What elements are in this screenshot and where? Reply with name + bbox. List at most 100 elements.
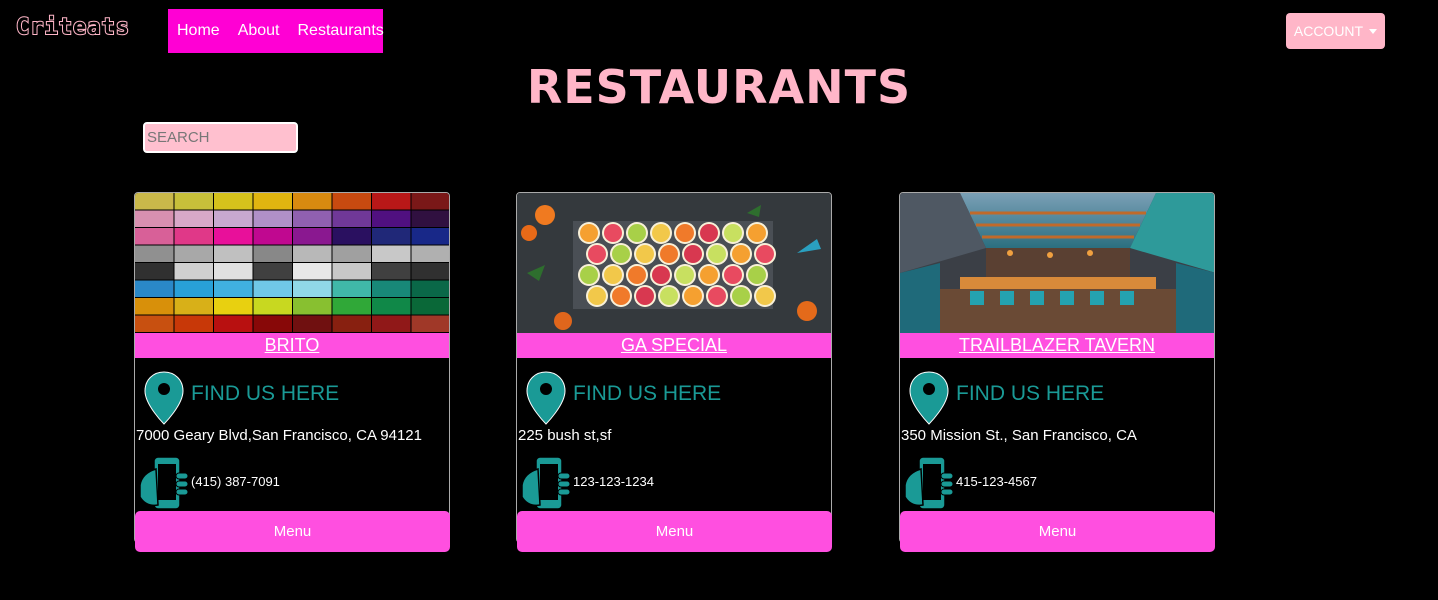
restaurant-card: TRAILBLAZER TAVERN FIND US HERE 350 Miss…: [899, 192, 1215, 552]
account-dropdown-button[interactable]: ACCOUNT: [1286, 13, 1385, 49]
swatch-tile: [214, 210, 253, 227]
citrus-flesh: [652, 224, 670, 242]
citrus-flesh: [684, 287, 702, 305]
page-title: RESTAURANTS: [526, 60, 912, 114]
swatch-tile: [214, 193, 253, 210]
nav-about-link[interactable]: About: [238, 22, 280, 40]
phone-hand-icon: [521, 456, 571, 510]
citrus-flesh: [660, 287, 678, 305]
swatch-tile: [411, 298, 449, 315]
menu-button[interactable]: Menu: [900, 511, 1215, 552]
swatch-tile: [135, 228, 174, 245]
swatch-tile: [293, 315, 332, 332]
citrus-flesh: [588, 287, 606, 305]
swatch-tile: [293, 280, 332, 297]
restaurant-card: BRITO FIND US HERE 7000 Geary Blvd,San F…: [134, 192, 450, 552]
citrus-flesh: [604, 266, 622, 284]
citrus-flesh: [748, 224, 766, 242]
restaurant-image: [135, 193, 449, 333]
swatch-tile: [372, 228, 411, 245]
swatch-tile: [135, 263, 174, 280]
location-row: FIND US HERE: [900, 358, 1214, 428]
location-row: FIND US HERE: [517, 358, 831, 428]
swatch-tile: [293, 245, 332, 262]
swatch-tile: [253, 315, 292, 332]
site-logo[interactable]: Criteats: [15, 14, 130, 41]
nav-home-link[interactable]: Home: [177, 22, 220, 40]
map-pin-icon: [144, 371, 184, 425]
citrus-flesh: [724, 266, 742, 284]
restaurant-card: GA SPECIAL FIND US HERE 225 bush st,sf 1…: [516, 192, 832, 552]
restaurant-phone: (415) 387-7091: [191, 474, 280, 489]
swatch-tile: [293, 298, 332, 315]
phone-hand-icon: [904, 456, 954, 510]
swatch-tile: [253, 298, 292, 315]
citrus-flesh: [700, 266, 718, 284]
swatch-tile: [372, 193, 411, 210]
swatch-tile: [372, 245, 411, 262]
citrus-image: [517, 193, 831, 333]
swatch-tile: [174, 210, 213, 227]
find-us-label: FIND US HERE: [956, 382, 1105, 405]
citrus-flesh: [652, 266, 670, 284]
swatch-tile: [411, 228, 449, 245]
citrus-flesh: [612, 245, 630, 263]
citrus-flesh: [628, 266, 646, 284]
menu-button[interactable]: Menu: [517, 511, 832, 552]
nav-restaurants-link[interactable]: Restaurants: [298, 22, 384, 40]
swatch-tile: [332, 228, 371, 245]
citrus-flesh: [660, 245, 678, 263]
swatch-tile: [332, 210, 371, 227]
map-pin-icon: [909, 371, 949, 425]
citrus-flesh: [676, 266, 694, 284]
restaurant-name-link[interactable]: BRITO: [135, 333, 449, 358]
restaurant-address: 225 bush st,sf: [518, 427, 612, 444]
swatch-tile: [174, 245, 213, 262]
swatch-tile: [372, 210, 411, 227]
swatch-tile: [214, 298, 253, 315]
swatch-tile: [135, 210, 174, 227]
swatch-tile: [411, 263, 449, 280]
swatch-tile: [135, 193, 174, 210]
swatch-tile: [174, 298, 213, 315]
menu-button[interactable]: Menu: [135, 511, 450, 552]
citrus-flesh: [612, 287, 630, 305]
find-us-label: FIND US HERE: [191, 382, 340, 405]
citrus-flesh: [732, 245, 750, 263]
citrus-flesh: [580, 266, 598, 284]
citrus-flesh: [732, 287, 750, 305]
swatch-tile: [411, 245, 449, 262]
swatch-tile: [332, 315, 371, 332]
swatch-tile: [293, 193, 332, 210]
swatch-tile: [332, 245, 371, 262]
restaurant-name-link[interactable]: GA SPECIAL: [517, 333, 831, 358]
swatch-tile: [293, 263, 332, 280]
swatch-tile: [253, 280, 292, 297]
swatch-tile: [332, 280, 371, 297]
citrus-flesh: [628, 224, 646, 242]
swatch-tile: [253, 228, 292, 245]
swatch-tile: [372, 280, 411, 297]
swatch-tile: [214, 263, 253, 280]
swatch-tile: [214, 315, 253, 332]
restaurant-image: [517, 193, 831, 333]
search-input[interactable]: [143, 122, 298, 153]
swatch-tile: [214, 245, 253, 262]
swatch-tile: [174, 228, 213, 245]
citrus-flesh: [604, 224, 622, 242]
swatch-tile: [253, 245, 292, 262]
swatch-tile: [332, 298, 371, 315]
citrus-flesh: [708, 245, 726, 263]
swatch-tile: [135, 315, 174, 332]
restaurant-name-link[interactable]: TRAILBLAZER TAVERN: [900, 333, 1214, 358]
swatch-tile: [411, 280, 449, 297]
swatch-tile: [293, 210, 332, 227]
find-us-label: FIND US HERE: [573, 382, 722, 405]
swatch-tile: [214, 228, 253, 245]
swatch-tile: [253, 263, 292, 280]
color-swatch-image: [135, 193, 449, 332]
restaurant-address: 350 Mission St., San Francisco, CA: [901, 427, 1137, 444]
swatch-tile: [174, 315, 213, 332]
swatch-tile: [214, 280, 253, 297]
swatch-tile: [372, 298, 411, 315]
